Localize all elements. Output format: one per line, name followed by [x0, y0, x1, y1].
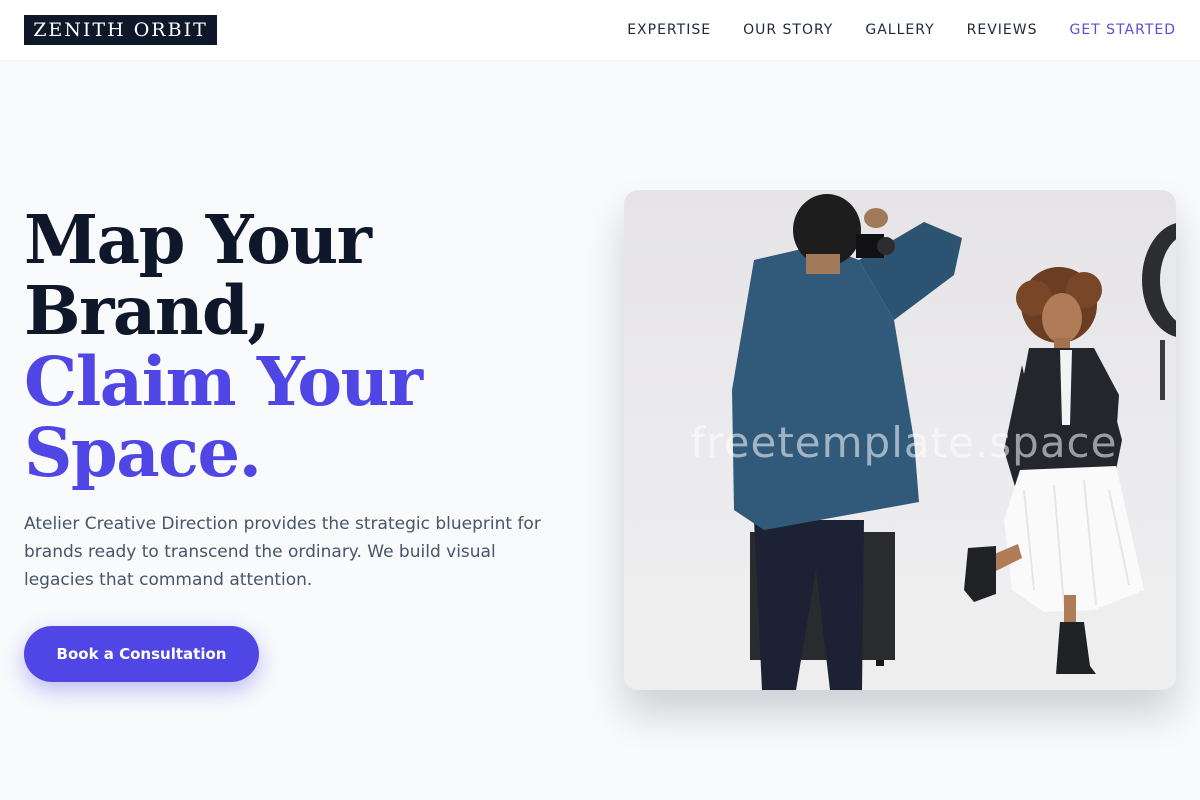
nav-link-get-started[interactable]: GET STARTED: [1069, 22, 1176, 38]
headline-line-4: Space.: [24, 413, 262, 492]
nav-link-expertise[interactable]: EXPERTISE: [627, 22, 711, 38]
photoshoot-illustration: [624, 194, 1176, 690]
headline-line-2: Brand,: [24, 271, 271, 350]
headline-line-3: Claim Your: [24, 342, 423, 421]
book-consultation-button[interactable]: Book a Consultation: [24, 626, 259, 682]
nav-link-our-story[interactable]: OUR STORY: [743, 22, 833, 38]
hero-headline: Map Your Brand, Claim Your Space.: [24, 204, 564, 488]
nav-link-reviews[interactable]: REVIEWS: [967, 22, 1038, 38]
nav-link-gallery[interactable]: GALLERY: [865, 22, 934, 38]
brand-logo[interactable]: ZENITH ORBIT: [24, 15, 217, 45]
site-header: ZENITH ORBIT EXPERTISE OUR STORY GALLERY…: [0, 0, 1200, 61]
main-nav: EXPERTISE OUR STORY GALLERY REVIEWS GET …: [627, 0, 1176, 60]
headline-line-1: Map Your: [24, 200, 372, 279]
hero-description: Atelier Creative Direction provides the …: [24, 514, 541, 590]
hero-photo: freetemplate.space: [624, 190, 1176, 690]
